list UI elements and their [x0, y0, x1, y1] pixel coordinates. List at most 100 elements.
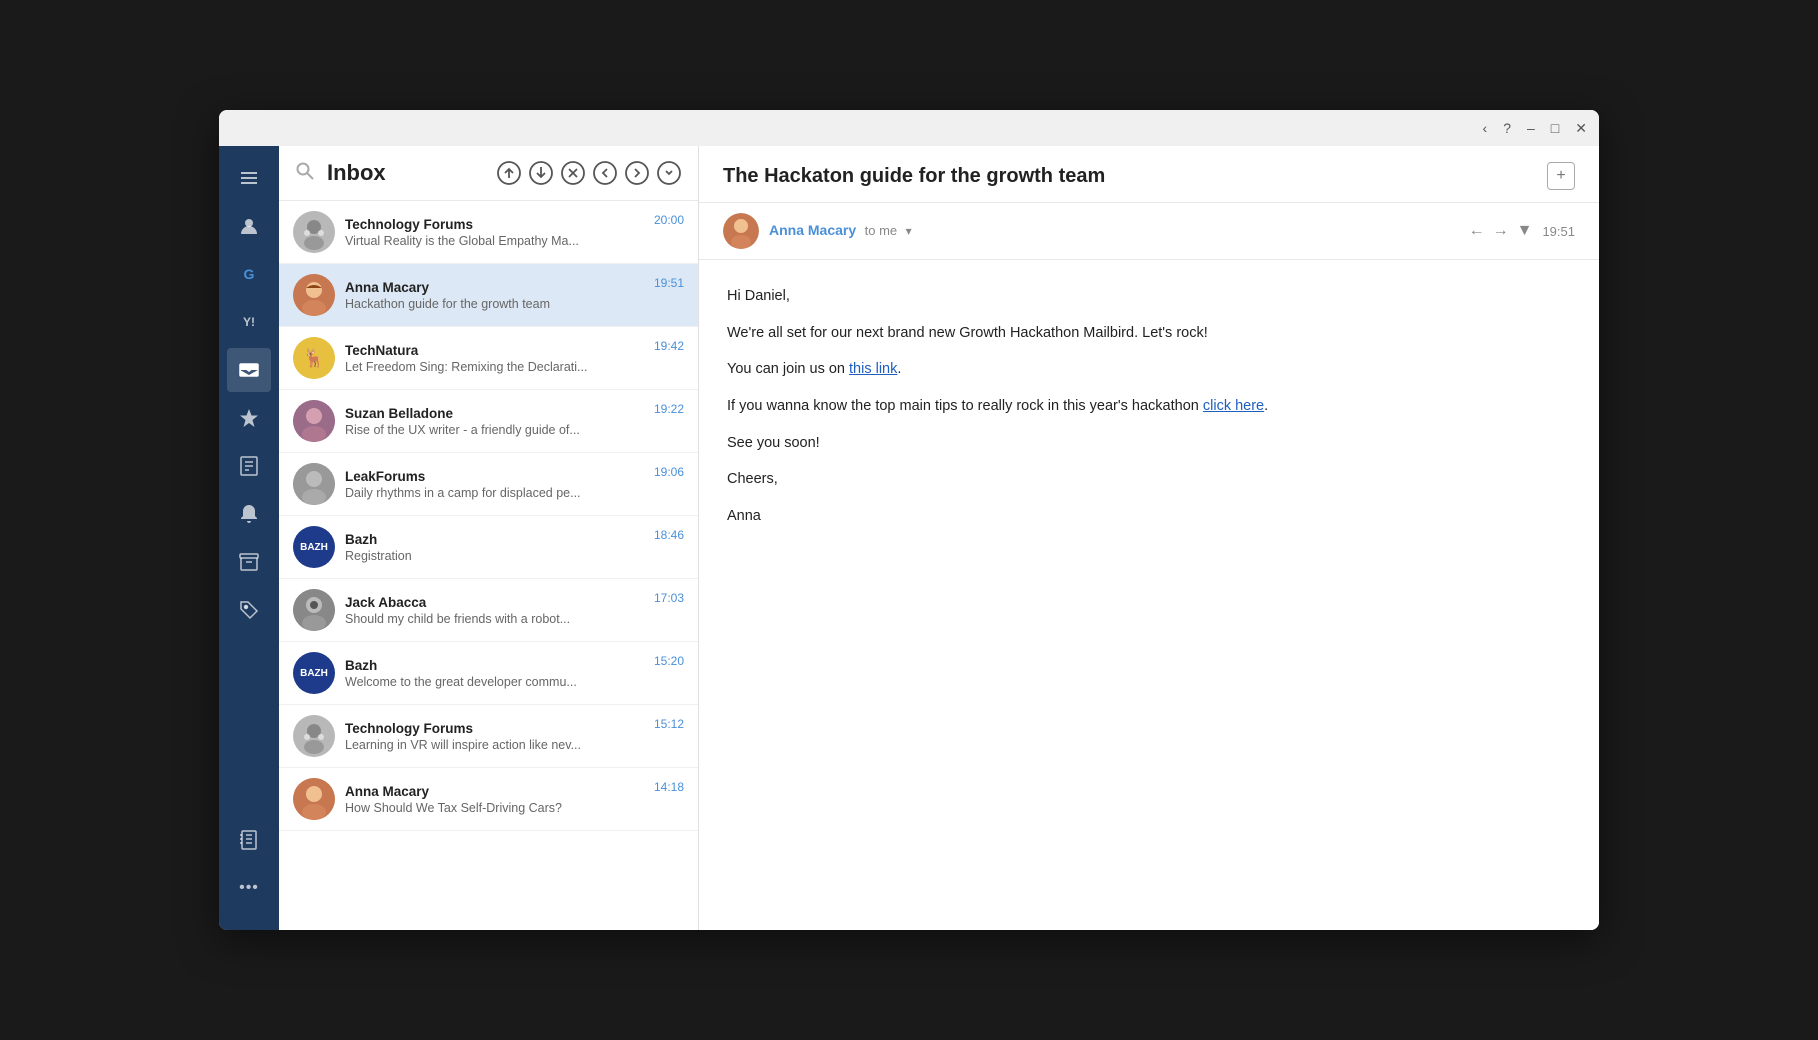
email-item[interactable]: LeakForums Daily rhythms in a camp for d… [279, 453, 698, 516]
inbox-title: Inbox [327, 160, 484, 186]
reading-subheader: Anna Macary to me ▾ ← → ▼ 19:51 [699, 203, 1599, 260]
avatar [293, 778, 335, 820]
email-item[interactable]: Anna Macary Hackathon guide for the grow… [279, 264, 698, 327]
svg-text:🦌: 🦌 [303, 347, 325, 368]
sidebar-item-starred[interactable] [227, 396, 271, 440]
sidebar-item-inbox[interactable] [227, 348, 271, 392]
email-subject: Virtual Reality is the Global Empathy Ma… [345, 234, 644, 248]
email-meta: Jack Abacca Should my child be friends w… [345, 595, 644, 626]
email-list: Technology Forums Virtual Reality is the… [279, 201, 698, 930]
sidebar-item-google[interactable]: G [227, 252, 271, 296]
email-meta: TechNatura Let Freedom Sing: Remixing th… [345, 343, 644, 374]
compose-icon[interactable] [496, 160, 522, 186]
email-item[interactable]: Anna Macary How Should We Tax Self-Drivi… [279, 768, 698, 831]
avatar [293, 589, 335, 631]
email-time: 14:18 [654, 778, 684, 794]
email-line3-prefix: If you wanna know the top main tips to r… [727, 398, 1203, 414]
email-time: 19:51 [654, 274, 684, 290]
avatar: BAZH [293, 526, 335, 568]
email-subject: Let Freedom Sing: Remixing the Declarati… [345, 360, 644, 374]
forward-action-icon[interactable]: → [1493, 222, 1509, 240]
email-subject: Registration [345, 549, 644, 563]
sender-avatar [723, 213, 759, 249]
sidebar-item-drafts[interactable] [227, 444, 271, 488]
reading-body: Hi Daniel, We're all set for our next br… [699, 260, 1599, 930]
email-from: Technology Forums [345, 721, 644, 736]
delete-icon[interactable] [560, 160, 586, 186]
avatar [293, 274, 335, 316]
email-item[interactable]: Suzan Belladone Rise of the UX writer - … [279, 390, 698, 453]
email-item[interactable]: 🦌 TechNatura Let Freedom Sing: Remixing … [279, 327, 698, 390]
sender-to: to me [865, 223, 898, 238]
email-line2: You can join us on this link. [727, 357, 1571, 382]
help-btn[interactable]: ? [1503, 120, 1511, 136]
email-line3-suffix: . [1264, 398, 1268, 414]
download-icon[interactable] [528, 160, 554, 186]
email-from: Bazh [345, 658, 644, 673]
email-item[interactable]: Jack Abacca Should my child be friends w… [279, 579, 698, 642]
email-signature: Anna [727, 504, 1571, 529]
avatar [293, 463, 335, 505]
email-from: LeakForums [345, 469, 644, 484]
reading-time: 19:51 [1542, 224, 1575, 239]
sidebar-item-more[interactable]: ••• [227, 866, 271, 910]
add-thread-button[interactable]: + [1547, 162, 1575, 190]
maximize-btn[interactable]: □ [1551, 120, 1559, 136]
sender-dropdown-icon[interactable]: ▾ [906, 224, 912, 238]
sidebar-item-labels[interactable] [227, 588, 271, 632]
reply-icon[interactable] [592, 160, 618, 186]
email-line3: If you wanna know the top main tips to r… [727, 394, 1571, 419]
email-time: 19:06 [654, 463, 684, 479]
email-time: 19:42 [654, 337, 684, 353]
email-time: 18:46 [654, 526, 684, 542]
more-action-icon[interactable]: ▼ [1517, 222, 1533, 240]
sidebar-item-menu[interactable] [227, 156, 271, 200]
email-meta: Bazh Registration [345, 532, 644, 563]
email-meta: Bazh Welcome to the great developer comm… [345, 658, 644, 689]
avatar [293, 211, 335, 253]
email-line2-prefix: You can join us on [727, 361, 849, 377]
nav-back-btn[interactable]: ‹ [1483, 120, 1488, 136]
sidebar-item-archive[interactable] [227, 540, 271, 584]
avatar [293, 715, 335, 757]
sidebar-item-contacts[interactable] [227, 204, 271, 248]
email-line1: We're all set for our next brand new Gro… [727, 321, 1571, 346]
sidebar-item-notifications[interactable] [227, 492, 271, 536]
email-line5: Cheers, [727, 467, 1571, 492]
close-btn[interactable]: ✕ [1575, 120, 1587, 137]
email-item[interactable]: Technology Forums Virtual Reality is the… [279, 201, 698, 264]
sender-name: Anna Macary [769, 222, 856, 238]
email-subject: Learning in VR will inspire action like … [345, 738, 644, 752]
this-link[interactable]: this link [849, 361, 897, 377]
email-time: 15:12 [654, 715, 684, 731]
email-from: Technology Forums [345, 217, 644, 232]
titlebar: ‹ ? – □ ✕ [219, 110, 1599, 146]
email-from: Jack Abacca [345, 595, 644, 610]
reading-pane: The Hackaton guide for the growth team +… [699, 146, 1599, 930]
email-from: Bazh [345, 532, 644, 547]
more-actions-icon[interactable] [656, 160, 682, 186]
email-subject: Should my child be friends with a robot.… [345, 612, 644, 626]
email-list-header: Inbox [279, 146, 698, 201]
email-item[interactable]: BAZH Bazh Welcome to the great developer… [279, 642, 698, 705]
email-subject: Welcome to the great developer commu... [345, 675, 644, 689]
email-from: TechNatura [345, 343, 644, 358]
reply-action-icon[interactable]: ← [1469, 222, 1485, 240]
email-from: Anna Macary [345, 280, 644, 295]
reading-actions: ← → ▼ [1469, 222, 1533, 240]
email-time: 17:03 [654, 589, 684, 605]
forward-icon[interactable] [624, 160, 650, 186]
search-icon[interactable] [295, 161, 315, 186]
sidebar-item-yahoo[interactable]: Y! [227, 300, 271, 344]
click-here-link[interactable]: click here [1203, 398, 1264, 414]
minimize-btn[interactable]: – [1527, 120, 1535, 136]
sidebar-item-address-book[interactable] [227, 818, 271, 862]
email-item[interactable]: Technology Forums Learning in VR will in… [279, 705, 698, 768]
avatar: BAZH [293, 652, 335, 694]
email-meta: Anna Macary How Should We Tax Self-Drivi… [345, 784, 644, 815]
email-meta: Suzan Belladone Rise of the UX writer - … [345, 406, 644, 437]
sender-info: Anna Macary to me ▾ [769, 222, 912, 240]
email-meta: Anna Macary Hackathon guide for the grow… [345, 280, 644, 311]
email-item[interactable]: BAZH Bazh Registration 18:46 [279, 516, 698, 579]
email-time: 19:22 [654, 400, 684, 416]
